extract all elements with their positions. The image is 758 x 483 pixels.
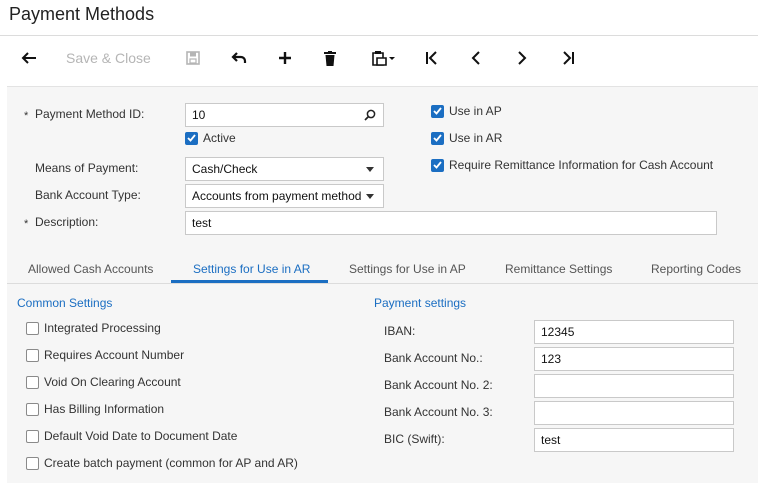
previous-record-button[interactable] (466, 44, 486, 72)
bank-account-no-field[interactable]: 123 (534, 347, 734, 371)
requires-account-number-label: Requires Account Number (44, 348, 185, 362)
bic-swift-field[interactable]: test (534, 428, 734, 452)
use-in-ap-checkbox[interactable]: Use in AP (431, 104, 502, 118)
active-label: Active (203, 131, 236, 145)
bank-account-type-select[interactable]: Accounts from payment method (185, 184, 384, 208)
back-icon (21, 52, 36, 64)
payment-method-id-label: Payment Method ID: (35, 107, 145, 121)
last-record-button[interactable] (558, 44, 578, 72)
checkmark-icon (431, 131, 444, 145)
required-mark: * (24, 218, 29, 230)
undo-icon (231, 52, 247, 63)
description-value: test (192, 216, 212, 230)
save-close-button[interactable]: Save & Close (66, 44, 156, 72)
copy-paste-menu-button[interactable] (366, 44, 400, 72)
checkmark-icon (431, 104, 444, 118)
tab-settings-for-use-in-ap[interactable]: Settings for Use in AP (349, 262, 466, 276)
tab-remittance-settings[interactable]: Remittance Settings (505, 262, 612, 276)
bank-account-no-3-field[interactable] (534, 401, 734, 425)
last-record-icon (563, 51, 574, 65)
common-settings-heading: Common Settings (17, 296, 113, 310)
void-on-clearing-account-label: Void On Clearing Account (44, 375, 181, 389)
bank-account-no-value: 123 (541, 352, 562, 366)
bank-account-no-3-label: Bank Account No. 3: (384, 405, 493, 419)
integrated-processing-checkbox[interactable]: Integrated Processing (26, 321, 161, 335)
requires-account-number-checkbox[interactable]: Requires Account Number (26, 348, 184, 362)
previous-record-icon (471, 51, 480, 65)
next-record-icon (518, 51, 527, 65)
toolbar: Save & Close (0, 38, 758, 78)
undo-button[interactable] (228, 44, 250, 72)
add-button[interactable] (275, 44, 295, 72)
add-icon (279, 52, 291, 64)
required-mark: * (24, 110, 29, 122)
bic-swift-label: BIC (Swift): (384, 432, 445, 446)
tab-reporting-codes[interactable]: Reporting Codes (651, 262, 741, 276)
require-remittance-checkbox[interactable]: Require Remittance Information for Cash … (431, 158, 713, 172)
iban-value: 12345 (541, 325, 575, 339)
bank-account-type-value: Accounts from payment method (192, 189, 362, 203)
create-batch-payment-checkbox[interactable]: Create batch payment (common for AP and … (26, 456, 298, 470)
use-in-ap-label: Use in AP (449, 104, 502, 118)
save-button[interactable] (183, 44, 203, 72)
title-divider (0, 35, 758, 36)
bank-account-no-2-field[interactable] (534, 374, 734, 398)
checkmark-icon (431, 158, 444, 172)
means-of-payment-value: Cash/Check (192, 162, 258, 176)
use-in-ar-checkbox[interactable]: Use in AR (431, 131, 502, 145)
first-record-button[interactable] (422, 44, 442, 72)
back-button[interactable] (18, 44, 40, 72)
delete-icon (324, 50, 336, 66)
tab-bar: Allowed Cash Accounts Settings for Use i… (7, 257, 758, 284)
search-icon[interactable] (363, 108, 377, 122)
bank-account-type-label: Bank Account Type: (35, 188, 141, 202)
next-record-button[interactable] (512, 44, 532, 72)
payment-method-id-value: 10 (192, 108, 206, 122)
save-icon (186, 51, 200, 65)
has-billing-information-checkbox[interactable]: Has Billing Information (26, 402, 164, 416)
default-void-date-checkbox[interactable]: Default Void Date to Document Date (26, 429, 237, 443)
means-of-payment-label: Means of Payment: (35, 161, 139, 175)
active-tab-indicator (171, 280, 328, 283)
integrated-processing-label: Integrated Processing (44, 321, 161, 335)
copy-paste-icon (372, 51, 395, 66)
default-void-date-label: Default Void Date to Document Date (44, 429, 238, 443)
checkmark-icon (185, 131, 198, 145)
use-in-ar-label: Use in AR (449, 131, 503, 145)
payment-method-id-field[interactable]: 10 (185, 103, 384, 127)
dropdown-icon (363, 189, 377, 203)
bic-swift-value: test (541, 433, 561, 447)
tab-allowed-cash-accounts[interactable]: Allowed Cash Accounts (28, 262, 153, 276)
iban-field[interactable]: 12345 (534, 320, 734, 344)
means-of-payment-select[interactable]: Cash/Check (185, 157, 384, 181)
description-label: Description: (35, 215, 99, 229)
bank-account-no-2-label: Bank Account No. 2: (384, 378, 493, 392)
tab-settings-for-use-in-ar[interactable]: Settings for Use in AR (193, 262, 310, 276)
create-batch-payment-label: Create batch payment (common for AP and … (44, 456, 298, 470)
void-on-clearing-account-checkbox[interactable]: Void On Clearing Account (26, 375, 181, 389)
page-title: Payment Methods (9, 4, 155, 24)
description-field[interactable]: test (185, 211, 717, 235)
payment-settings-heading: Payment settings (374, 296, 467, 310)
require-remittance-label: Require Remittance Information for Cash … (449, 158, 714, 172)
has-billing-information-label: Has Billing Information (44, 402, 165, 416)
active-checkbox[interactable]: Active (185, 131, 236, 145)
delete-button[interactable] (320, 44, 340, 72)
bank-account-no-label: Bank Account No.: (384, 351, 483, 365)
iban-label: IBAN: (384, 324, 416, 338)
first-record-icon (426, 51, 437, 65)
dropdown-icon (363, 162, 377, 176)
